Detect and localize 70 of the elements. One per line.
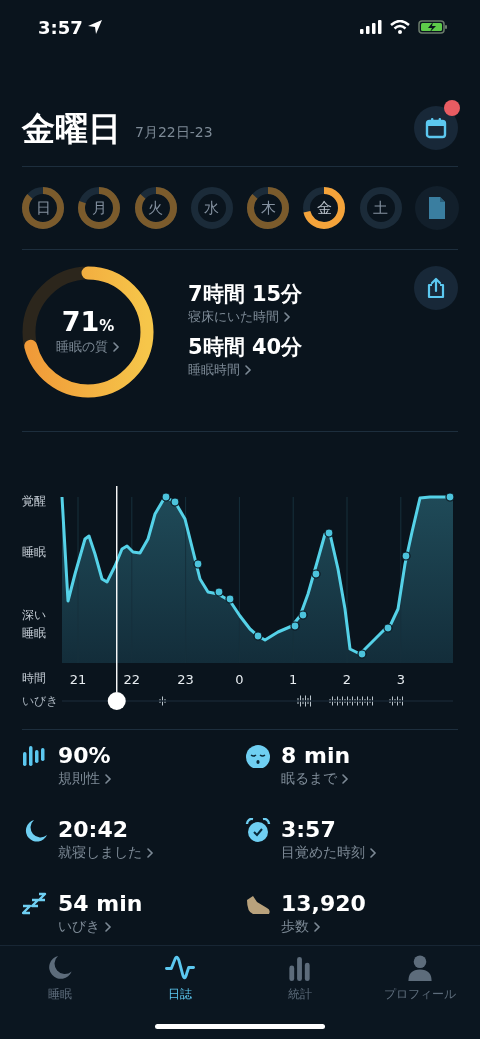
chevron-icon <box>313 921 321 932</box>
duration-value: 5時間 40分 <box>188 334 303 360</box>
sleeping-face-icon <box>245 744 271 768</box>
calendar-icon <box>425 117 447 139</box>
chevron-icon <box>369 847 377 858</box>
metric-label: 歩数 <box>281 917 309 937</box>
day-ring[interactable]: 水 <box>189 186 234 230</box>
chevron-icon <box>104 773 112 784</box>
stat-value: 54 min <box>58 892 143 917</box>
chevron-icon <box>112 341 120 352</box>
day-ring[interactable]: 金 <box>302 186 347 230</box>
battery-icon <box>418 20 448 34</box>
report-button[interactable] <box>414 186 459 230</box>
day-ring[interactable]: 火 <box>133 186 178 230</box>
metric-label: 寝床にいた時間 <box>188 308 279 327</box>
hour-label: 21 <box>69 672 87 687</box>
duration-value: 7時間 15分 <box>188 282 303 308</box>
metric-label: 規則性 <box>58 769 100 789</box>
stat-value: 90% <box>58 744 112 769</box>
axis-label: 時間 <box>22 670 47 687</box>
day-title: 金曜日 <box>22 111 121 145</box>
hour-label: 0 <box>235 672 244 687</box>
zzz-icon <box>22 892 48 916</box>
tab-item[interactable]: 日誌 <box>120 946 240 1004</box>
metric-label: いびき <box>58 917 100 937</box>
tab-item[interactable]: 統計 <box>240 946 360 1004</box>
hour-label: 3 <box>396 672 405 687</box>
tab-item[interactable]: 睡眠 <box>0 946 120 1004</box>
metric-label: 目覚めた時刻 <box>281 843 365 863</box>
playhead-handle[interactable] <box>107 692 126 710</box>
metric-label: 眠るまで <box>281 769 337 789</box>
quality-value: 71 <box>61 307 100 335</box>
tab-item[interactable]: プロフィール <box>360 946 480 1004</box>
chevron-icon <box>104 921 112 932</box>
stage-label: 覚醒 <box>22 493 47 510</box>
day-ring[interactable]: 月 <box>77 186 122 230</box>
calendar-button[interactable] <box>414 106 458 150</box>
stat-value: 13,920 <box>281 892 366 917</box>
metric-label: 睡眠の質 <box>56 338 108 356</box>
metric-label: 就寝しました <box>58 843 142 863</box>
day-ring[interactable]: 木 <box>246 186 291 230</box>
signal-icon <box>360 20 382 34</box>
chevron-icon <box>244 364 252 375</box>
stage-label: 深い睡眠 <box>22 607 47 642</box>
hour-label: 1 <box>289 672 298 687</box>
percent-unit: % <box>99 316 115 337</box>
stage-label: 睡眠 <box>22 544 47 561</box>
chevron-icon <box>341 773 349 784</box>
hour-label: 2 <box>342 672 352 687</box>
chevron-icon <box>283 311 291 322</box>
hour-label: 22 <box>123 672 141 687</box>
chevron-icon <box>146 847 154 858</box>
alarm-clock-icon <box>245 818 271 842</box>
stat-value: 8 min <box>281 744 351 769</box>
share-icon <box>425 277 447 299</box>
location-arrow-icon <box>86 19 103 35</box>
snore-label: いびき <box>22 693 58 710</box>
wifi-icon <box>390 20 410 34</box>
date-range: 7月22日-23 <box>135 122 213 142</box>
stat-value: 3:57 <box>281 818 337 843</box>
metric-label: 睡眠時間 <box>188 360 240 379</box>
hour-label: 23 <box>177 672 194 687</box>
share-button[interactable] <box>414 266 458 310</box>
bars-icon <box>22 744 48 768</box>
day-ring[interactable]: 土 <box>358 186 403 230</box>
day-ring[interactable]: 日 <box>21 186 65 230</box>
person-icon <box>405 954 435 983</box>
document-icon <box>426 196 447 220</box>
stat-value: 20:42 <box>58 818 130 843</box>
status-time: 3:57 <box>38 15 83 40</box>
